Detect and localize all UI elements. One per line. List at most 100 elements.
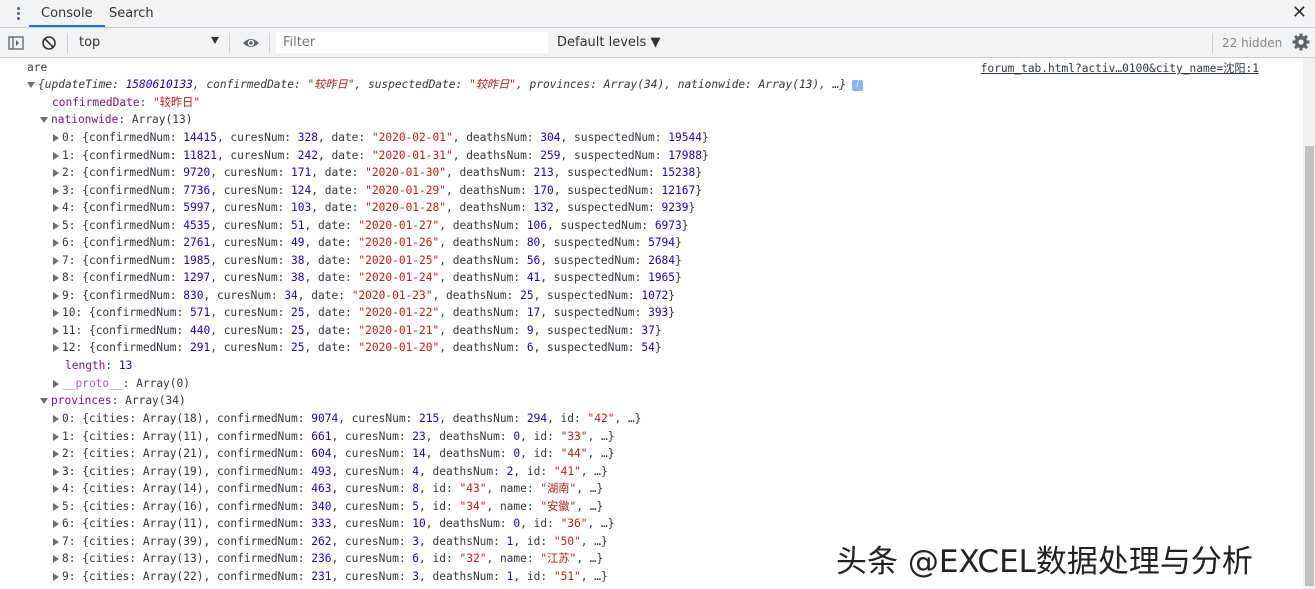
expand-triangle-icon[interactable] [53,467,59,476]
expand-triangle-icon[interactable] [53,520,59,528]
date-value: "2020-01-21" [358,323,440,337]
province-item-row[interactable]: 5: {cities: Array(16), confirmedNum: 340… [53,498,603,515]
expand-triangle-icon[interactable] [53,239,59,247]
cures-num: 6 [412,552,420,565]
province-item-row[interactable]: 7: {cities: Array(39), confirmedNum: 262… [53,533,608,550]
expand-triangle-icon[interactable] [53,169,59,177]
expand-triangle-icon[interactable] [53,326,59,335]
confirmed-num: 11821 [183,148,217,162]
field-key: deathsNum [432,534,494,548]
nationwide-item-row[interactable]: 11: {confirmedNum: 440, curesNum: 25, da… [53,322,662,339]
item-index: 1 [62,429,69,443]
province-item-row[interactable]: 3: {cities: Array(19), confirmedNum: 493… [53,463,608,480]
expand-triangle-icon[interactable] [53,134,59,142]
nationwide-row[interactable]: nationwide: Array(13) [40,111,192,128]
expand-triangle-icon[interactable] [53,450,59,458]
object-summary-row[interactable]: {updateTime: 1580610133, confirmedDate: … [27,76,864,93]
filter-input[interactable]: Filter [276,32,548,53]
nationwide-item-row[interactable]: 1: {confirmedNum: 11821, curesNum: 242, … [53,147,709,164]
province-item-row[interactable]: 4: {cities: Array(14), confirmedNum: 463… [53,480,603,497]
province-item-row[interactable]: 9: {cities: Array(22), confirmedNum: 231… [53,568,608,585]
expand-triangle-icon[interactable] [53,204,59,212]
nationwide-item-row[interactable]: 9: {confirmedNum: 830, curesNum: 34, dat… [53,287,675,304]
confirmed-num: 604 [311,447,332,460]
nationwide-item-row[interactable]: 4: {confirmedNum: 5997, curesNum: 103, d… [53,199,695,216]
chevron-down-icon[interactable] [211,37,219,44]
cities-value: Array(14) [142,482,204,495]
province-item-row[interactable]: 6: {cities: Array(11), confirmedNum: 333… [53,515,614,532]
expand-triangle-icon[interactable] [53,485,59,493]
nationwide-item-row[interactable]: 0: {confirmedNum: 14415, curesNum: 328, … [53,129,709,146]
expand-triangle-icon[interactable] [53,291,59,300]
expand-triangle-icon[interactable] [53,256,59,265]
expand-triangle-icon[interactable] [53,380,59,388]
expand-triangle-icon[interactable] [53,309,59,317]
confirmed-num: 333 [311,517,332,530]
field-key: id [560,412,575,425]
gear-icon[interactable] [1292,33,1310,51]
field-key: id [533,447,548,460]
cures-num: 38 [291,253,305,267]
nationwide-item-row[interactable]: 7: {confirmedNum: 1985, curesNum: 38, da… [53,252,682,269]
field-key: id [526,569,541,583]
nationwide-item-row[interactable]: 5: {confirmedNum: 4535, curesNum: 51, da… [53,217,689,234]
more-options-icon[interactable] [10,5,26,23]
nationwide-item-row[interactable]: 3: {confirmedNum: 7736, curesNum: 124, d… [53,182,702,199]
log-levels-dropdown[interactable]: Default levels ▼ [557,35,660,50]
nationwide-item-row[interactable]: 12: {confirmedNum: 291, curesNum: 25, da… [53,339,662,356]
cities-value: Array(13) [142,552,204,565]
province-item-row[interactable]: 1: {cities: Array(11), confirmedNum: 661… [53,428,614,445]
provinces-header: Array(34) [125,394,186,407]
collapse-triangle-icon[interactable] [40,117,48,123]
expand-triangle-icon[interactable] [53,151,59,160]
expand-triangle-icon[interactable] [53,221,59,230]
eye-icon[interactable] [242,35,260,51]
scrollbar[interactable] [1303,58,1315,589]
item-index: 7 [62,534,69,548]
deaths-num: 25 [520,288,534,302]
expand-triangle-icon[interactable] [53,432,59,441]
item-index: 5 [62,499,69,513]
cities-value: Array(11) [142,429,204,443]
cures-num: 23 [412,429,426,443]
source-link[interactable]: forum_tab.html?activ…0100&city_name=沈阳:1 [981,60,1259,76]
nationwide-item-row[interactable]: 10: {confirmedNum: 571, curesNum: 25, da… [53,304,675,321]
close-icon[interactable]: ✕ [1292,4,1307,22]
context-selector[interactable]: top [79,35,100,50]
nationwide-item-row[interactable]: 6: {confirmedNum: 2761, curesNum: 49, da… [53,234,682,251]
province-item-row[interactable]: 8: {cities: Array(13), confirmedNum: 236… [53,550,603,567]
clear-console-icon[interactable] [41,35,57,51]
deaths-num: 6 [526,341,534,354]
proto-row[interactable]: __proto__: Array(0) [53,375,190,392]
confirmed-num: 4535 [183,218,211,232]
confirmeddate-row: confirmedDate: "较昨日" [52,96,201,109]
expand-triangle-icon[interactable] [53,537,59,546]
collapse-triangle-icon[interactable] [27,82,35,88]
deaths-num: 80 [526,236,541,249]
date-value: "2020-01-26" [358,236,440,249]
expand-triangle-icon[interactable] [53,555,59,563]
scrollbar-thumb[interactable] [1305,146,1314,586]
sidebar-toggle-icon[interactable] [8,35,24,51]
expand-triangle-icon[interactable] [53,344,59,352]
suspected-num: 15238 [661,166,696,179]
expand-triangle-icon[interactable] [53,186,59,195]
confirmed-num: 340 [311,499,332,513]
item-index: 2 [62,166,69,179]
expand-triangle-icon[interactable] [53,502,59,511]
info-icon[interactable]: i [852,79,864,91]
nationwide-item-row[interactable]: 2: {confirmedNum: 9720, curesNum: 171, d… [53,164,702,181]
expand-triangle-icon[interactable] [53,415,59,423]
expand-triangle-icon[interactable] [53,274,59,282]
date-value: "2020-01-30" [365,166,446,179]
tab-console[interactable]: Console [29,0,105,27]
provinces-row[interactable]: provinces: Array(34) [40,392,186,409]
province-item-row[interactable]: 0: {cities: Array(18), confirmedNum: 907… [53,410,641,427]
field-value: 1 [506,534,514,548]
collapse-triangle-icon[interactable] [40,398,48,404]
deaths-num: 106 [526,218,548,232]
tab-search[interactable]: Search [97,0,166,27]
expand-triangle-icon[interactable] [53,572,59,581]
province-item-row[interactable]: 2: {cities: Array(21), confirmedNum: 604… [53,445,614,462]
nationwide-item-row[interactable]: 8: {confirmedNum: 1297, curesNum: 38, da… [53,269,682,286]
